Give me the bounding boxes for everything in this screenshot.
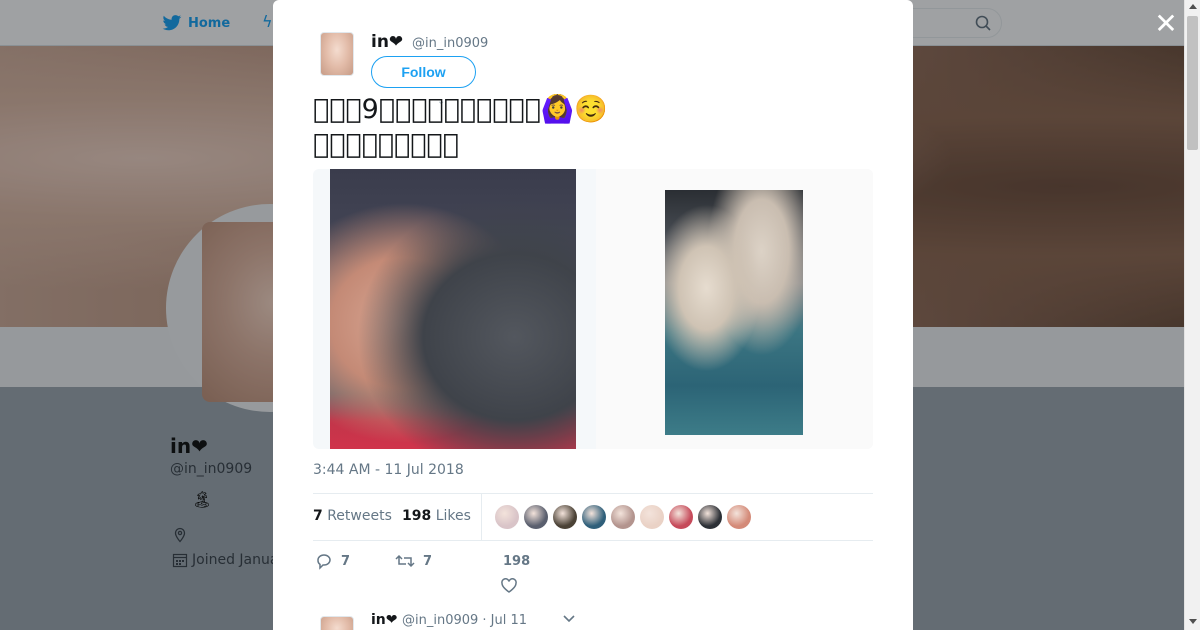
tweet-media bbox=[313, 169, 873, 449]
retweets-count: 7 bbox=[313, 508, 323, 524]
likes-label: Likes bbox=[435, 508, 471, 524]
liker-avatar[interactable] bbox=[553, 505, 577, 529]
retweet-action[interactable]: 7 bbox=[395, 552, 432, 570]
liker-avatar[interactable] bbox=[727, 505, 751, 529]
like-count: 198 bbox=[503, 554, 531, 569]
tweet-timestamp[interactable]: 3:44 AM - 11 Jul 2018 bbox=[313, 462, 464, 478]
reply-author-name[interactable]: in❤ bbox=[371, 612, 398, 628]
reply-count: 7 bbox=[341, 553, 351, 569]
close-modal-button[interactable]: ✕ bbox=[1152, 10, 1180, 38]
scroll-up-arrow-icon[interactable] bbox=[1189, 4, 1197, 9]
retweets-label: Retweets bbox=[327, 508, 392, 524]
author-handle[interactable]: @in_in0909 bbox=[412, 36, 488, 51]
retweet-count: 7 bbox=[423, 553, 433, 569]
retweet-icon bbox=[395, 554, 415, 568]
chevron-down-icon[interactable] bbox=[562, 614, 576, 624]
liker-avatar[interactable] bbox=[495, 505, 519, 529]
follow-button[interactable]: Follow bbox=[371, 56, 476, 88]
likes-count: 198 bbox=[402, 508, 432, 524]
reply-icon bbox=[317, 554, 331, 570]
reply-author-handle[interactable]: @in_in0909 · Jul 11 bbox=[402, 613, 527, 628]
liker-avatar[interactable] bbox=[640, 505, 664, 529]
tweet-text:    9          🙆‍♀️☺️           bbox=[313, 94, 609, 160]
reply-avatar[interactable] bbox=[320, 616, 354, 630]
liker-avatar[interactable] bbox=[669, 505, 693, 529]
scroll-down-arrow-icon[interactable] bbox=[1189, 619, 1197, 624]
liker-avatars bbox=[495, 505, 751, 529]
liker-avatar[interactable] bbox=[698, 505, 722, 529]
heart-icon[interactable] bbox=[500, 577, 518, 595]
tweet-stats: 7 Retweets 198 Likes bbox=[313, 493, 873, 541]
reply-action[interactable]: 7 bbox=[315, 552, 350, 570]
liker-avatar[interactable] bbox=[582, 505, 606, 529]
tweet-photo-1[interactable] bbox=[330, 169, 576, 449]
tweet-photo-2[interactable] bbox=[665, 190, 803, 435]
reply-tweet-preview[interactable]: in❤ @in_in0909 · Jul 11 bbox=[320, 612, 880, 630]
scrollbar-thumb[interactable] bbox=[1187, 16, 1198, 150]
stats-divider bbox=[481, 494, 482, 540]
page-scrollbar[interactable] bbox=[1184, 0, 1200, 630]
author-name[interactable]: in❤ bbox=[371, 32, 403, 52]
retweets-stat[interactable]: 7 Retweets bbox=[313, 508, 392, 524]
likes-stat[interactable]: 198 Likes bbox=[402, 508, 471, 524]
tweet-modal: in❤ @in_in0909 Follow ⌄    9          🙆‍… bbox=[273, 0, 913, 630]
author-avatar[interactable] bbox=[320, 32, 354, 76]
tweet-actions: 7 7 198 bbox=[313, 552, 873, 596]
liker-avatar[interactable] bbox=[611, 505, 635, 529]
liker-avatar[interactable] bbox=[524, 505, 548, 529]
